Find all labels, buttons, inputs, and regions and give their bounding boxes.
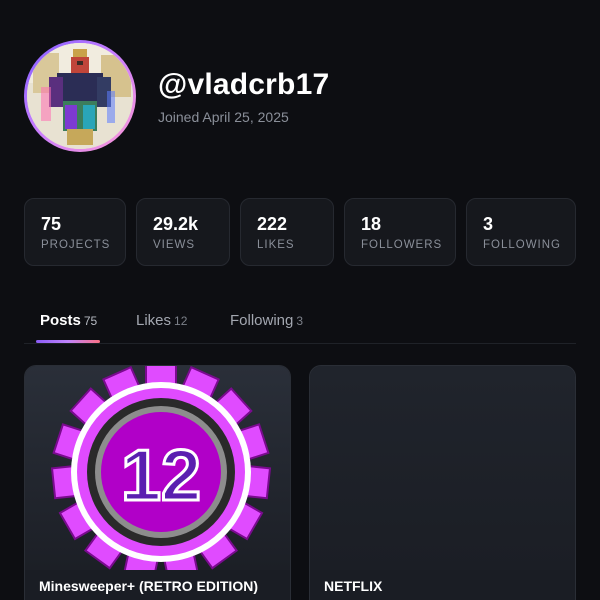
level-badge-icon: 12 bbox=[25, 366, 290, 582]
stat-projects[interactable]: 75 PROJECTS bbox=[24, 198, 126, 266]
stat-label: PROJECTS bbox=[41, 239, 111, 251]
avatar-ring[interactable] bbox=[24, 40, 136, 152]
stat-label: VIEWS bbox=[153, 239, 196, 251]
tab-count: 12 bbox=[174, 314, 188, 328]
stat-following[interactable]: 3 FOLLOWING bbox=[466, 198, 576, 266]
tab-count: 3 bbox=[296, 314, 304, 328]
profile-tabs: Posts 75 Likes 12 Following 3 bbox=[24, 300, 576, 344]
badge-number: 12 bbox=[121, 436, 201, 516]
post-thumbnail: 12 bbox=[25, 366, 290, 582]
tab-count: 75 bbox=[83, 314, 98, 328]
stat-value: 18 bbox=[361, 214, 382, 234]
profile-header: @vladcrb17 Joined April 25, 2025 bbox=[24, 40, 576, 152]
post-title: Minesweeper+ (RETRO EDITION) bbox=[39, 578, 258, 594]
stat-followers[interactable]: 18 FOLLOWERS bbox=[344, 198, 456, 266]
post-card[interactable]: 12 Minesweeper+ (RETRO EDITION) bbox=[24, 365, 291, 600]
avatar-image bbox=[27, 43, 133, 149]
tab-following[interactable]: Following 3 bbox=[230, 312, 303, 329]
post-title: NETFLIX bbox=[324, 578, 383, 594]
stat-label: LIKES bbox=[257, 239, 295, 251]
stat-likes[interactable]: 222 LIKES bbox=[240, 198, 334, 266]
stat-value: 222 bbox=[257, 214, 288, 234]
post-card[interactable]: NETFLIX bbox=[309, 365, 576, 600]
username: @vladcrb17 bbox=[158, 68, 330, 101]
stat-label: FOLLOWING bbox=[483, 239, 562, 251]
post-thumbnail bbox=[310, 366, 575, 570]
stat-label: FOLLOWERS bbox=[361, 239, 443, 251]
stat-value: 75 bbox=[41, 214, 62, 234]
avatar bbox=[27, 43, 133, 149]
tab-posts[interactable]: Posts 75 bbox=[40, 312, 97, 329]
tab-label: Posts bbox=[40, 312, 81, 329]
tab-label: Following bbox=[230, 312, 294, 329]
stat-views[interactable]: 29.2k VIEWS bbox=[136, 198, 230, 266]
tab-likes[interactable]: Likes 12 bbox=[136, 312, 187, 329]
joined-date: Joined April 25, 2025 bbox=[158, 109, 289, 125]
stat-value: 3 bbox=[483, 214, 494, 234]
active-tab-indicator bbox=[36, 340, 100, 343]
tab-label: Likes bbox=[136, 312, 172, 329]
stat-value: 29.2k bbox=[153, 214, 199, 234]
stats-row: 75 PROJECTS 29.2k VIEWS 222 LIKES 18 FOL… bbox=[24, 198, 576, 266]
